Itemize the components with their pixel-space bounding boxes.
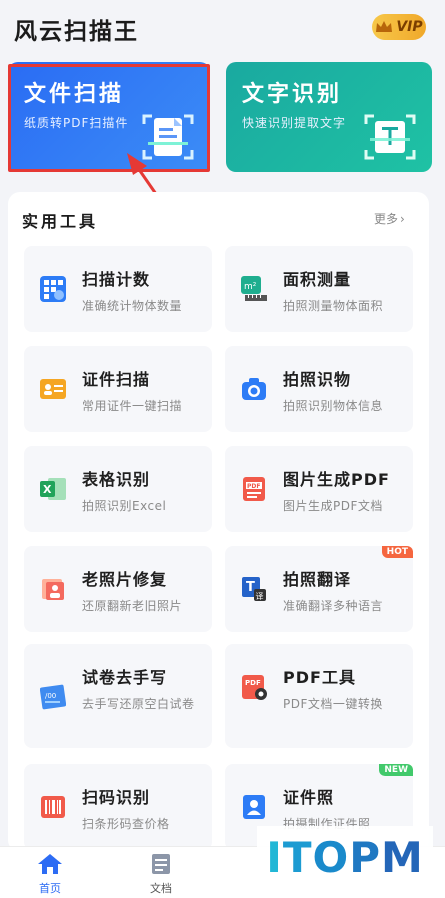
tool-tile[interactable]: HOT T译 拍照翻译 准确翻译多种语言 (225, 546, 413, 632)
camera-icon (242, 378, 266, 400)
tab-label: 文档 (150, 882, 172, 895)
new-badge: NEW (379, 764, 413, 776)
pdf-tools-icon: PDF (242, 675, 267, 700)
svg-text:PDF: PDF (245, 679, 261, 687)
document-icon (152, 854, 170, 874)
pdf-icon: PDF (243, 477, 265, 501)
tool-desc: 拍照识别Excel (82, 499, 167, 513)
hot-badge: HOT (381, 546, 413, 558)
tool-tile[interactable]: 证件扫描 常用证件一键扫描 (24, 346, 212, 432)
tool-tile[interactable]: 老照片修复 还原翻新老旧照片 (24, 546, 212, 632)
watermark-text: ITOPM (266, 832, 424, 882)
id-photo-icon (243, 795, 265, 819)
excel-icon: X (40, 478, 66, 500)
tool-tile[interactable]: /00 试卷去手写 去手写还原空白试卷 (24, 644, 212, 748)
exam-paper-icon: /00 (40, 684, 66, 710)
tool-desc: 准确统计物体数量 (82, 299, 183, 313)
tool-name: 面积测量 (283, 270, 352, 289)
itopm-watermark: ITOPM (257, 826, 433, 888)
tool-name: 扫码识别 (82, 788, 151, 807)
more-link[interactable]: 更多 › (374, 210, 405, 227)
tool-desc: 图片生成PDF文档 (283, 499, 383, 513)
tab-label: 首页 (39, 882, 61, 895)
tool-name: 证件扫描 (82, 370, 151, 389)
tool-name: 试卷去手写 (82, 668, 168, 687)
tool-name: 扫描计数 (82, 270, 151, 289)
tool-tile[interactable]: 扫码识别 扫条形码查价格 (24, 764, 212, 850)
tool-tile[interactable]: 扫描计数 准确统计物体数量 (24, 246, 212, 332)
home-icon (38, 854, 62, 874)
tool-tile[interactable]: 拍照识物 拍照识别物体信息 (225, 346, 413, 432)
tab-documents[interactable]: 文档 (131, 853, 191, 896)
chevron-right-icon: › (400, 211, 405, 226)
tool-tile[interactable]: m² 面积测量 拍照测量物体面积 (225, 246, 413, 332)
tool-name: 拍照识物 (283, 370, 352, 389)
svg-text:/00: /00 (45, 692, 56, 700)
area-measure-icon: m² (241, 276, 267, 301)
tool-name: 老照片修复 (82, 570, 168, 589)
tool-name: PDF工具 (283, 668, 356, 687)
tool-desc: 准确翻译多种语言 (283, 599, 384, 613)
svg-text:T: T (246, 580, 255, 595)
translate-icon: T译 (242, 577, 266, 601)
tool-tile[interactable]: PDF PDF工具 PDF文档一键转换 (225, 644, 413, 748)
svg-text:X: X (43, 483, 52, 496)
tool-tile[interactable]: X 表格识别 拍照识别Excel (24, 446, 212, 532)
photo-restore-icon (42, 579, 64, 600)
tool-desc: 拍照识别物体信息 (283, 399, 384, 413)
svg-text:译: 译 (256, 592, 264, 601)
tool-desc: 扫条形码查价格 (82, 817, 170, 831)
tool-tile[interactable]: PDF 图片生成PDF 图片生成PDF文档 (225, 446, 413, 532)
tool-desc: 拍照测量物体面积 (283, 299, 384, 313)
tab-home[interactable]: 首页 (20, 853, 80, 896)
tool-desc: 还原翻新老旧照片 (82, 599, 183, 613)
barcode-icon (41, 796, 65, 818)
count-grid-icon (40, 276, 66, 302)
tool-name: 证件照 (283, 788, 335, 807)
more-label: 更多 (374, 212, 399, 226)
svg-text:PDF: PDF (247, 483, 260, 490)
id-card-icon (40, 379, 66, 399)
tool-name: 表格识别 (82, 470, 151, 489)
tools-title: 实用工具 (22, 212, 99, 231)
tool-desc: PDF文档一键转换 (283, 697, 383, 711)
tool-desc: 常用证件一键扫描 (82, 399, 183, 413)
tool-name: 拍照翻译 (283, 570, 352, 589)
tool-name: 图片生成PDF (283, 470, 390, 489)
svg-text:m²: m² (244, 282, 257, 292)
tool-desc: 去手写还原空白试卷 (82, 697, 195, 711)
